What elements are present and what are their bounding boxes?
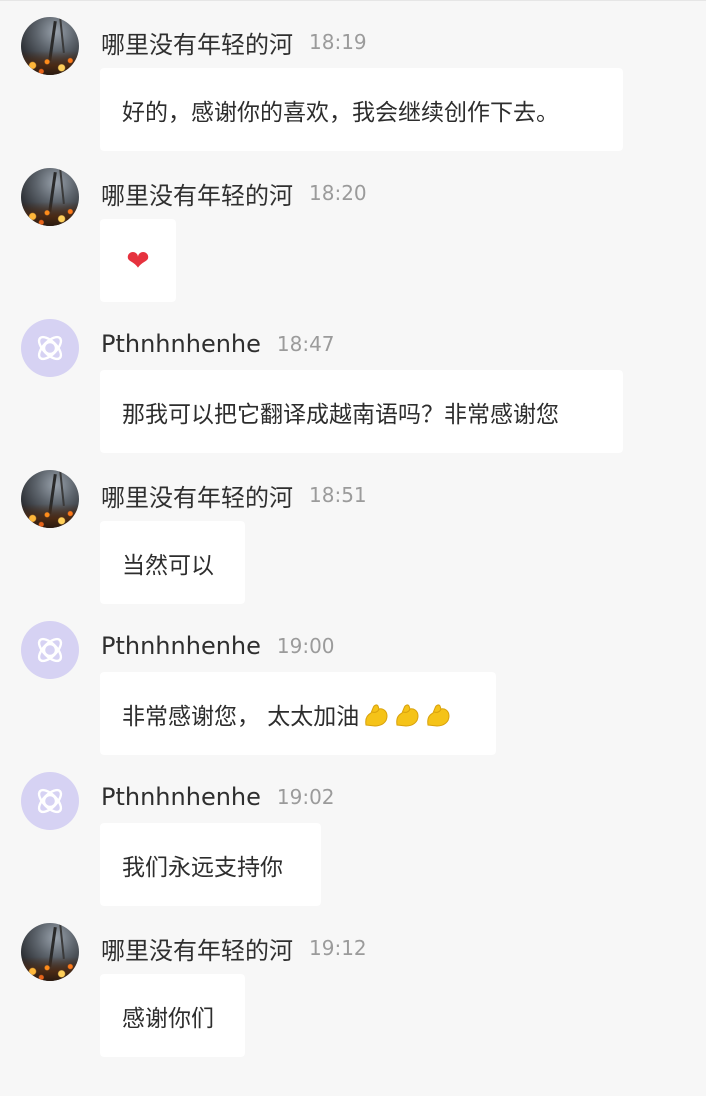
atom-icon	[37, 788, 63, 814]
message-time: 18:47	[276, 332, 335, 356]
flexed-biceps-icon	[396, 703, 419, 727]
avatar-tree	[59, 923, 65, 960]
chat-message: Pthnhnhenhe 19:02 我们永远支持你	[0, 755, 706, 906]
avatar-fire	[21, 202, 79, 226]
message-time: 18:19	[309, 30, 367, 54]
message-bubble[interactable]: 那我可以把它翻译成越南语吗？非常感谢您	[100, 370, 623, 453]
sender-name[interactable]: Pthnhnhenhe	[101, 632, 261, 660]
avatar-fire	[21, 504, 79, 528]
chat-message: 哪里没有年轻的河 18:20 ❤	[0, 151, 706, 302]
sender-name[interactable]: 哪里没有年轻的河	[101, 931, 293, 966]
message-time: 19:12	[309, 936, 367, 960]
message-text: 我们永远支持你	[122, 854, 283, 881]
sender-avatar[interactable]	[21, 17, 79, 75]
chat-message: 哪里没有年轻的河 19:12 感谢你们	[0, 906, 706, 1057]
message-header: Pthnhnhenhe 18:47	[101, 324, 335, 364]
message-bubble[interactable]: 当然可以	[100, 521, 245, 604]
avatar-fire	[21, 957, 79, 981]
message-bubble[interactable]: 好的，感谢你的喜欢，我会继续创作下去。	[100, 68, 623, 151]
chat-message: Pthnhnhenhe 18:47 那我可以把它翻译成越南语吗？非常感谢您	[0, 302, 706, 453]
message-text: 感谢你们	[122, 1005, 214, 1032]
message-bubble[interactable]: 感谢你们	[100, 974, 245, 1057]
sender-name[interactable]: 哪里没有年轻的河	[101, 25, 293, 60]
sender-avatar[interactable]	[21, 470, 79, 528]
message-bubble[interactable]: 非常感谢您， 太太加油	[100, 672, 496, 755]
message-text: 好的，感谢你的喜欢，我会继续创作下去。	[122, 99, 559, 126]
sender-avatar[interactable]	[21, 621, 79, 679]
message-text: 当然可以	[122, 552, 214, 579]
message-time: 18:51	[309, 483, 367, 507]
sender-avatar[interactable]	[21, 772, 79, 830]
sender-name[interactable]: Pthnhnhenhe	[101, 783, 261, 811]
flexed-biceps-icon	[427, 703, 450, 727]
message-header: Pthnhnhenhe 19:00	[101, 626, 335, 666]
message-text: 非常感谢您， 太太加油	[122, 703, 360, 730]
sender-avatar[interactable]	[21, 923, 79, 981]
heart-icon: ❤	[126, 243, 150, 277]
atom-icon	[37, 637, 63, 663]
message-bubble[interactable]: 我们永远支持你	[100, 823, 321, 906]
sender-name[interactable]: 哪里没有年轻的河	[101, 478, 293, 513]
chat-message: 哪里没有年轻的河 18:19 好的，感谢你的喜欢，我会继续创作下去。	[0, 0, 706, 151]
avatar-tree	[59, 168, 65, 205]
message-time: 19:00	[276, 634, 335, 658]
avatar-fire	[21, 51, 79, 75]
message-text: 那我可以把它翻译成越南语吗？非常感谢您	[122, 401, 559, 428]
chat-message: Pthnhnhenhe 19:00 非常感谢您， 太太加油	[0, 604, 706, 755]
sender-avatar[interactable]	[21, 168, 79, 226]
avatar-tree	[59, 17, 65, 54]
sender-name[interactable]: Pthnhnhenhe	[101, 330, 261, 358]
sender-name[interactable]: 哪里没有年轻的河	[101, 176, 293, 211]
avatar-tree	[59, 470, 65, 507]
atom-icon	[37, 335, 63, 361]
message-header: 哪里没有年轻的河 18:51	[101, 475, 367, 515]
chat-message: 哪里没有年轻的河 18:51 当然可以	[0, 453, 706, 604]
message-header: 哪里没有年轻的河 18:19	[101, 22, 367, 62]
message-header: 哪里没有年轻的河 19:12	[101, 928, 367, 968]
message-header: 哪里没有年轻的河 18:20	[101, 173, 367, 213]
message-header: Pthnhnhenhe 19:02	[101, 777, 335, 817]
flexed-biceps-icon	[365, 703, 388, 727]
sender-avatar[interactable]	[21, 319, 79, 377]
message-bubble[interactable]: ❤	[100, 219, 176, 302]
message-time: 19:02	[276, 785, 335, 809]
message-time: 18:20	[309, 181, 367, 205]
